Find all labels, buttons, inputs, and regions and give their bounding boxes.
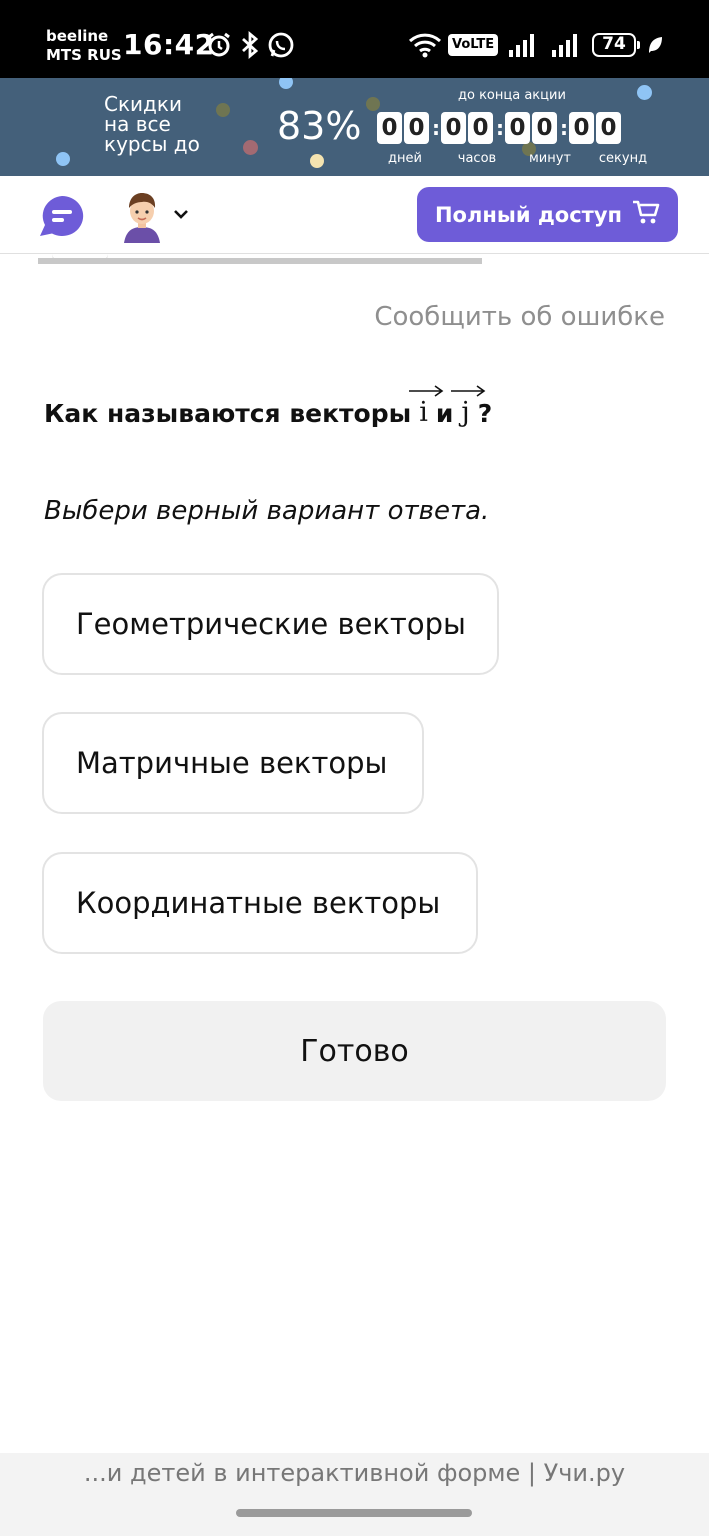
signal-icon [550,30,582,60]
answer-option[interactable]: Координатные векторы [42,852,478,954]
question-text: Как называются векторы i и j ? [44,372,492,428]
full-access-button[interactable]: Полный доступ [417,187,678,242]
vector-j-label: j [461,397,470,428]
wifi-icon [408,30,442,60]
timer-separator: : [432,116,440,140]
promo-line-2: на все [104,112,171,136]
timer-label-seconds: секунд [598,151,648,166]
battery-level: 74 [602,34,626,54]
browser-footer: ...и детей в интерактивной форме | Учи.р… [0,1453,709,1536]
timer-digit: 0 [505,112,530,144]
instruction-text: Выбери верный вариант ответа. [44,496,490,526]
signal-icon [507,30,539,60]
vector-j: j [451,383,486,428]
discount-percent: 83% [277,104,362,148]
vector-i-label: i [419,397,428,428]
timer-digit: 0 [468,112,493,144]
confetti-dot [366,97,380,111]
timer-separator: : [496,116,504,140]
chevron-down-icon[interactable] [172,206,190,220]
home-indicator[interactable] [236,1509,472,1517]
promo-line-1: Скидки [104,92,182,116]
whatsapp-icon [266,30,296,60]
question-suffix: ? [477,399,493,428]
timer-label-days: дней [388,151,422,166]
timer-label-hours: часов [457,151,497,166]
page-title-bar[interactable]: ...и детей в интерактивной форме | Учи.р… [0,1459,709,1487]
alarm-icon [205,30,233,60]
timer-digit: 0 [377,112,402,144]
timer-digit: 0 [569,112,594,144]
carrier-info: beeline MTS RUS [46,27,122,65]
timer-digit: 0 [441,112,466,144]
timer-digit: 0 [596,112,621,144]
confetti-dot [310,154,324,168]
timer-digit: 0 [532,112,557,144]
full-access-label: Полный доступ [434,202,623,227]
timer-separator: : [560,116,568,140]
leaf-icon [645,30,665,60]
done-button[interactable]: Готово [43,1001,666,1101]
promo-deadline: до конца акции [458,88,566,103]
answer-option[interactable]: Матричные векторы [42,712,424,814]
carrier-2: MTS RUS [46,46,122,64]
confetti-dot [56,152,70,166]
battery-icon: 74 [592,33,640,57]
clock: 16:42 [123,28,215,61]
avatar[interactable] [118,189,166,243]
status-bar: beeline MTS RUS 16:42 VoLTE 1 74 [0,0,709,78]
confetti-dot [216,103,230,117]
vector-i: i [409,383,444,428]
cart-icon [632,199,660,230]
confetti-dot [279,78,293,89]
bluetooth-icon [239,30,261,60]
timer-label-minutes: минут [528,151,572,166]
question-conjunction: и [435,399,454,428]
answer-option[interactable]: Геометрические векторы [42,573,499,675]
volte-sim: 1 [486,46,494,59]
promo-line-3: курсы до [104,132,200,156]
promo-banner[interactable]: Скидки на все курсы до 83% до конца акци… [0,78,709,176]
question-prefix: Как называются векторы [44,399,412,428]
promo-text: Скидки на все курсы до [104,94,200,154]
report-error-link[interactable]: Сообщить об ошибке [374,302,665,332]
carrier-1: beeline [46,27,109,45]
countdown-timer: 0 0 : 0 0 : 0 0 : 0 0 [377,112,623,144]
confetti-dot [243,140,258,155]
chat-icon[interactable] [38,194,86,236]
progress-bar [38,258,482,264]
confetti-dot [637,85,652,100]
app-header: Полный доступ [0,176,709,254]
timer-digit: 0 [404,112,429,144]
